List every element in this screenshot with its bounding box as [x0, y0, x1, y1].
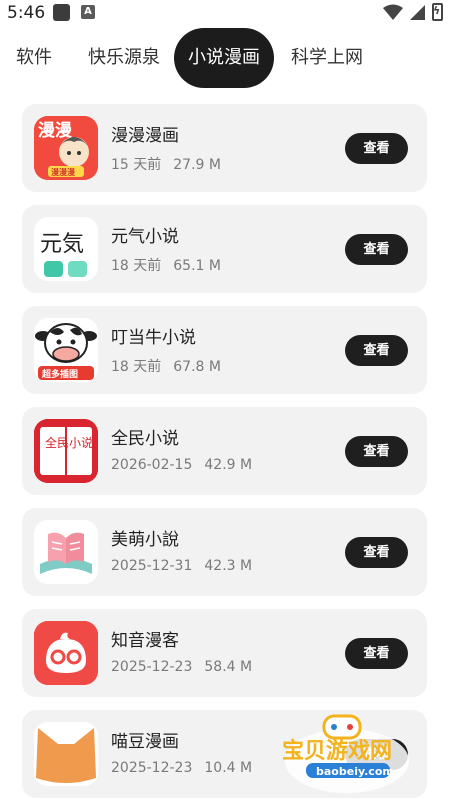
app-meta: 2026-02-15 42.9 M [111, 457, 252, 473]
app-name: 喵豆漫画 [111, 732, 179, 752]
app-meta: 2025-12-23 58.4 M [111, 659, 252, 675]
app-name: 漫漫漫画 [111, 126, 179, 146]
watermark: 宝贝游戏网 baobeiy.com [272, 706, 422, 796]
signal-icon [410, 4, 425, 20]
yuanqi-novel-icon: 元気 [34, 217, 98, 281]
app-date: 18 天前 [111, 258, 162, 274]
app-name: 美萌小說 [111, 530, 179, 550]
notification-letter-icon: A [81, 5, 95, 19]
tab-novel-manga[interactable]: 小说漫画 [174, 28, 274, 88]
list-item[interactable]: 元気 元气小说 18 天前 65.1 M 查看 [22, 205, 427, 293]
app-meta: 18 天前 65.1 M [111, 255, 221, 275]
watermark-url: baobeiy.com [316, 765, 394, 778]
app-meta: 2025-12-23 10.4 M [111, 760, 252, 776]
yuanqi-icon-text: 元気 [40, 232, 84, 257]
status-bar: 5:46 A ϟ [0, 0, 450, 26]
app-size: 67.8 M [173, 359, 221, 375]
app-size: 58.4 M [204, 659, 253, 675]
category-tabs: 软件 快乐源泉 小说漫画 科学上网 [0, 28, 450, 88]
quanmin-icon-left: 全民 [45, 435, 69, 450]
view-button[interactable]: 查看 [345, 638, 408, 669]
app-name: 全民小说 [111, 429, 179, 449]
battery-icon: ϟ [432, 3, 443, 21]
notification-icon [53, 4, 70, 21]
cat-ears-icon [34, 722, 98, 786]
app-date: 2025-12-31 [111, 558, 193, 574]
app-size: 27.9 M [173, 157, 221, 173]
app-date: 2025-12-23 [111, 760, 193, 776]
wifi-icon [383, 4, 403, 20]
view-button[interactable]: 查看 [345, 436, 408, 467]
app-size: 10.4 M [204, 760, 253, 776]
battery-charging-icon: ϟ [433, 4, 441, 17]
app-date: 18 天前 [111, 359, 162, 375]
watermark-title: 宝贝游戏网 [282, 738, 392, 764]
list-item[interactable]: 全民 小说 全民小说 2026-02-15 42.9 M 查看 [22, 407, 427, 495]
app-meta: 2025-12-31 42.3 M [111, 558, 252, 574]
app-name: 元气小说 [111, 227, 179, 247]
app-date: 2025-12-23 [111, 659, 193, 675]
tab-vpn[interactable]: 科学上网 [291, 28, 363, 88]
app-size: 42.3 M [204, 558, 253, 574]
view-button[interactable]: 查看 [345, 133, 408, 164]
view-button[interactable]: 查看 [345, 537, 408, 568]
app-size: 65.1 M [173, 258, 221, 274]
app-list: 漫漫 漫漫漫 漫漫漫画 15 天前 27.9 M 查看 元気 元气小说 18 天… [22, 104, 427, 800]
view-button[interactable]: 查看 [345, 335, 408, 366]
status-time: 5:46 [7, 3, 46, 23]
quanmin-novel-icon: 全民 小说 [34, 419, 98, 483]
manman-manga-icon: 漫漫 漫漫漫 [34, 116, 98, 180]
app-meta: 15 天前 27.9 M [111, 154, 221, 174]
app-meta: 18 天前 67.8 M [111, 356, 221, 376]
list-item[interactable]: 漫漫 漫漫漫 漫漫漫画 15 天前 27.9 M 查看 [22, 104, 427, 192]
manman-icon-title: 漫漫 [38, 120, 73, 141]
cow-icon-banner: 超多插图 [41, 368, 78, 380]
list-item[interactable]: 超多插图 叮当牛小说 18 天前 67.8 M 查看 [22, 306, 427, 394]
cow-novel-icon: 超多插图 [34, 318, 98, 382]
app-name: 知音漫客 [111, 631, 179, 651]
tab-software[interactable]: 软件 [16, 28, 52, 88]
app-name: 叮当牛小说 [111, 328, 196, 348]
app-date: 15 天前 [111, 157, 162, 173]
manman-icon-badge: 漫漫漫 [51, 167, 75, 177]
zhiyin-manke-icon [34, 621, 98, 685]
status-right-group: ϟ [383, 3, 443, 21]
app-date: 2026-02-15 [111, 457, 193, 473]
tab-happy-source[interactable]: 快乐源泉 [88, 28, 160, 88]
book-icon [34, 520, 98, 584]
quanmin-icon-right: 小说 [69, 435, 93, 450]
app-size: 42.9 M [204, 457, 253, 473]
list-item[interactable]: 知音漫客 2025-12-23 58.4 M 查看 [22, 609, 427, 697]
list-item[interactable]: 美萌小說 2025-12-31 42.3 M 查看 [22, 508, 427, 596]
view-button[interactable]: 查看 [345, 234, 408, 265]
